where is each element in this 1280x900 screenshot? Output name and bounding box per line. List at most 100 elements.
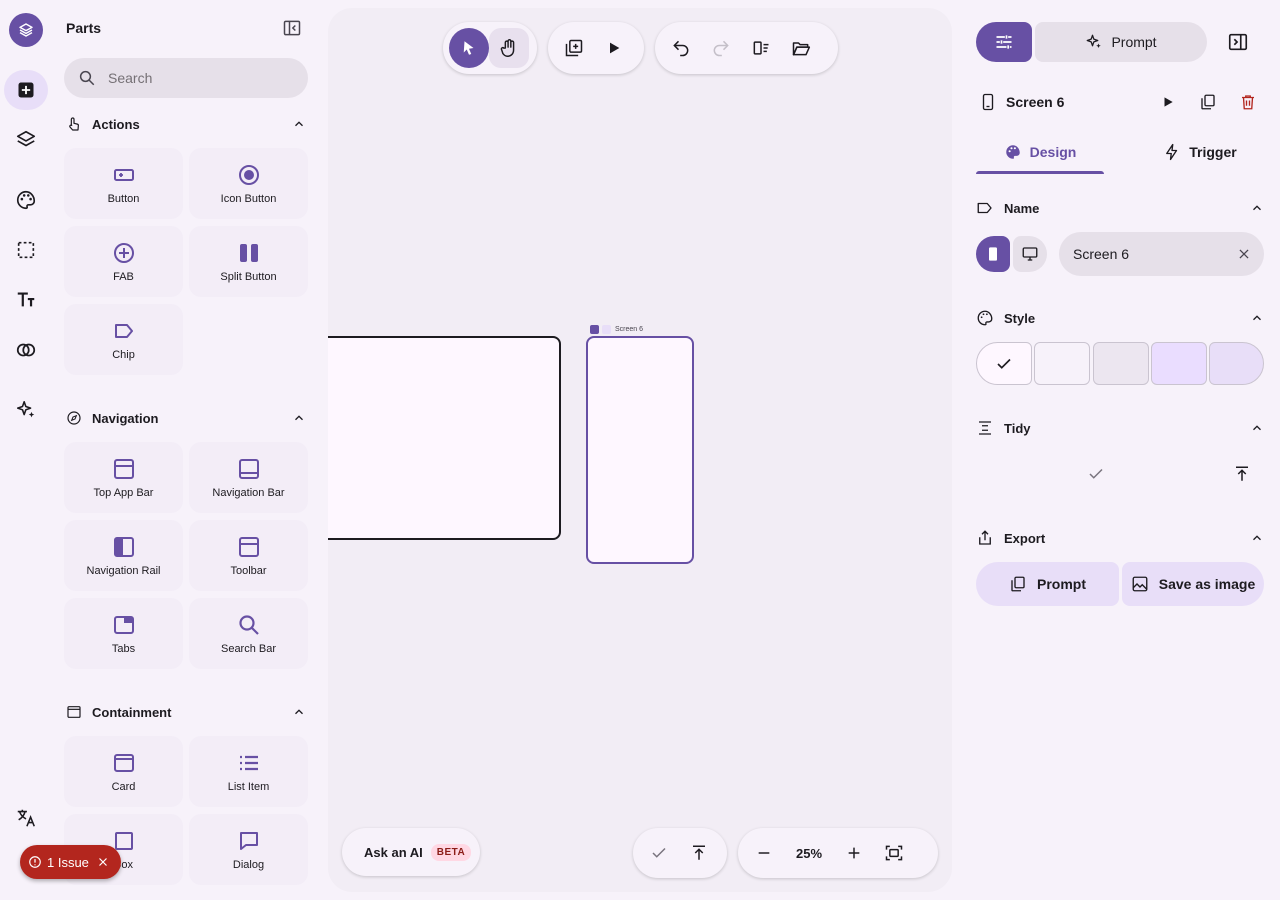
- clear-icon[interactable]: [1237, 247, 1251, 261]
- style-swatch-1[interactable]: [976, 342, 1032, 385]
- sparkle-icon[interactable]: [4, 390, 48, 430]
- insert-group: [548, 22, 644, 74]
- image-icon: [1132, 576, 1148, 592]
- palette-icon: [1005, 145, 1020, 159]
- zoom-in-button[interactable]: [834, 833, 874, 873]
- selection-icon[interactable]: [4, 230, 48, 270]
- device-phone-button[interactable]: [976, 236, 1010, 272]
- search-icon: [79, 70, 95, 86]
- window-icon: [67, 706, 81, 718]
- chevron-up-icon[interactable]: [1250, 421, 1264, 435]
- desktop-mini-icon: [602, 324, 611, 334]
- chevron-up-icon[interactable]: [1250, 201, 1264, 215]
- hand-tool-button[interactable]: [489, 28, 529, 68]
- tab-design[interactable]: Design: [976, 130, 1104, 174]
- style-swatch-2[interactable]: [1034, 342, 1090, 385]
- chevron-up-icon[interactable]: [292, 705, 306, 719]
- translate-icon[interactable]: [4, 798, 48, 838]
- app-logo-icon[interactable]: [9, 13, 43, 47]
- part-icon-button[interactable]: Icon Button: [189, 148, 308, 219]
- part-button[interactable]: Button: [64, 148, 183, 219]
- select-tool-button[interactable]: [449, 28, 489, 68]
- part-chip[interactable]: Chip: [64, 304, 183, 375]
- issue-indicator[interactable]: 1 Issue: [20, 845, 121, 879]
- device-desktop-button[interactable]: [1013, 236, 1047, 272]
- part-top-app-bar[interactable]: Top App Bar: [64, 442, 183, 513]
- design-canvas[interactable]: Screen 6 Ask an AI BETA 25%: [328, 8, 952, 892]
- chevron-up-icon[interactable]: [292, 411, 306, 425]
- delete-screen-button[interactable]: [1236, 90, 1260, 114]
- screen-6-frame[interactable]: [586, 336, 694, 564]
- tidy-check-button[interactable]: [1084, 462, 1108, 486]
- add-icon[interactable]: [4, 70, 48, 110]
- part-dialog[interactable]: Dialog: [189, 814, 308, 885]
- zoom-out-button[interactable]: [744, 833, 784, 873]
- folder-open-icon: [792, 42, 811, 56]
- part-split-button[interactable]: Split Button: [189, 226, 308, 297]
- add-screen-button[interactable]: [554, 28, 594, 68]
- part-navigation-rail[interactable]: Navigation Rail: [64, 520, 183, 591]
- fit-screen-button[interactable]: [874, 833, 914, 873]
- tablet-frame[interactable]: [328, 336, 561, 540]
- align-top-button[interactable]: [679, 833, 719, 873]
- palette-icon[interactable]: [4, 180, 48, 220]
- style-swatch-4[interactable]: [1151, 342, 1207, 385]
- section-export[interactable]: Export: [976, 526, 1264, 550]
- sparkle-icon: [1087, 34, 1102, 48]
- duplicate-screen-button[interactable]: [1196, 90, 1220, 114]
- search-input[interactable]: [108, 70, 288, 86]
- tab-trigger[interactable]: Trigger: [1136, 130, 1264, 174]
- section-tidy[interactable]: Tidy: [976, 416, 1264, 440]
- screen-name-input[interactable]: [1073, 246, 1223, 262]
- style-swatch-5[interactable]: [1209, 342, 1264, 385]
- part-search-bar[interactable]: Search Bar: [189, 598, 308, 669]
- tab-design-label: Design: [1029, 144, 1077, 160]
- chevron-up-icon[interactable]: [292, 117, 306, 131]
- part-list-item[interactable]: List Item: [189, 736, 308, 807]
- part-toolbar[interactable]: Toolbar: [189, 520, 308, 591]
- collapse-right-panel-button[interactable]: [1226, 30, 1250, 54]
- parts-search[interactable]: [64, 58, 308, 98]
- screen-name-field[interactable]: [1059, 232, 1264, 276]
- close-icon[interactable]: [97, 856, 109, 868]
- section-name[interactable]: Name: [976, 196, 1264, 220]
- part-fab[interactable]: FAB: [64, 226, 183, 297]
- part-card[interactable]: Card: [64, 736, 183, 807]
- align-top-icon: [693, 845, 705, 860]
- layers-icon[interactable]: [4, 120, 48, 160]
- check-button[interactable]: [639, 833, 679, 873]
- export-prompt-button[interactable]: Prompt: [976, 562, 1119, 606]
- compass-icon: [67, 411, 81, 425]
- ask-ai-button[interactable]: Ask an AI BETA: [342, 828, 480, 876]
- section-actions[interactable]: Actions: [66, 113, 306, 135]
- section-style[interactable]: Style: [976, 306, 1264, 330]
- tidy-align-top-button[interactable]: [1230, 462, 1254, 486]
- play-button[interactable]: [594, 28, 634, 68]
- chevron-up-icon[interactable]: [1250, 531, 1264, 545]
- prompt-mode-button[interactable]: Prompt: [1035, 22, 1207, 62]
- play-screen-button[interactable]: [1156, 90, 1180, 114]
- align-top-icon: [1236, 466, 1248, 481]
- section-navigation[interactable]: Navigation: [66, 407, 306, 429]
- design-mode-button[interactable]: [976, 22, 1032, 62]
- frame-title: Screen 6: [615, 325, 644, 333]
- chevron-up-icon[interactable]: [1250, 311, 1264, 325]
- part-navigation-bar[interactable]: Navigation Bar: [189, 442, 308, 513]
- undo-button[interactable]: [661, 28, 701, 68]
- zoom-level[interactable]: 25%: [784, 846, 834, 861]
- check-icon: [652, 847, 666, 858]
- top-app-bar-icon: [113, 458, 134, 479]
- typography-icon[interactable]: [4, 280, 48, 320]
- undo-icon: [673, 40, 689, 57]
- save-as-image-button[interactable]: Save as image: [1122, 562, 1264, 606]
- section-containment[interactable]: Containment: [66, 701, 306, 723]
- redo-button[interactable]: [701, 28, 741, 68]
- components-icon[interactable]: [4, 330, 48, 370]
- style-swatch-3[interactable]: [1093, 342, 1149, 385]
- part-tabs[interactable]: Tabs: [64, 598, 183, 669]
- phone-icon: [989, 247, 997, 261]
- collapse-panel-icon[interactable]: [282, 18, 302, 38]
- frame-label[interactable]: Screen 6: [590, 323, 643, 335]
- open-folder-button[interactable]: [781, 28, 821, 68]
- clear-format-button[interactable]: [741, 28, 781, 68]
